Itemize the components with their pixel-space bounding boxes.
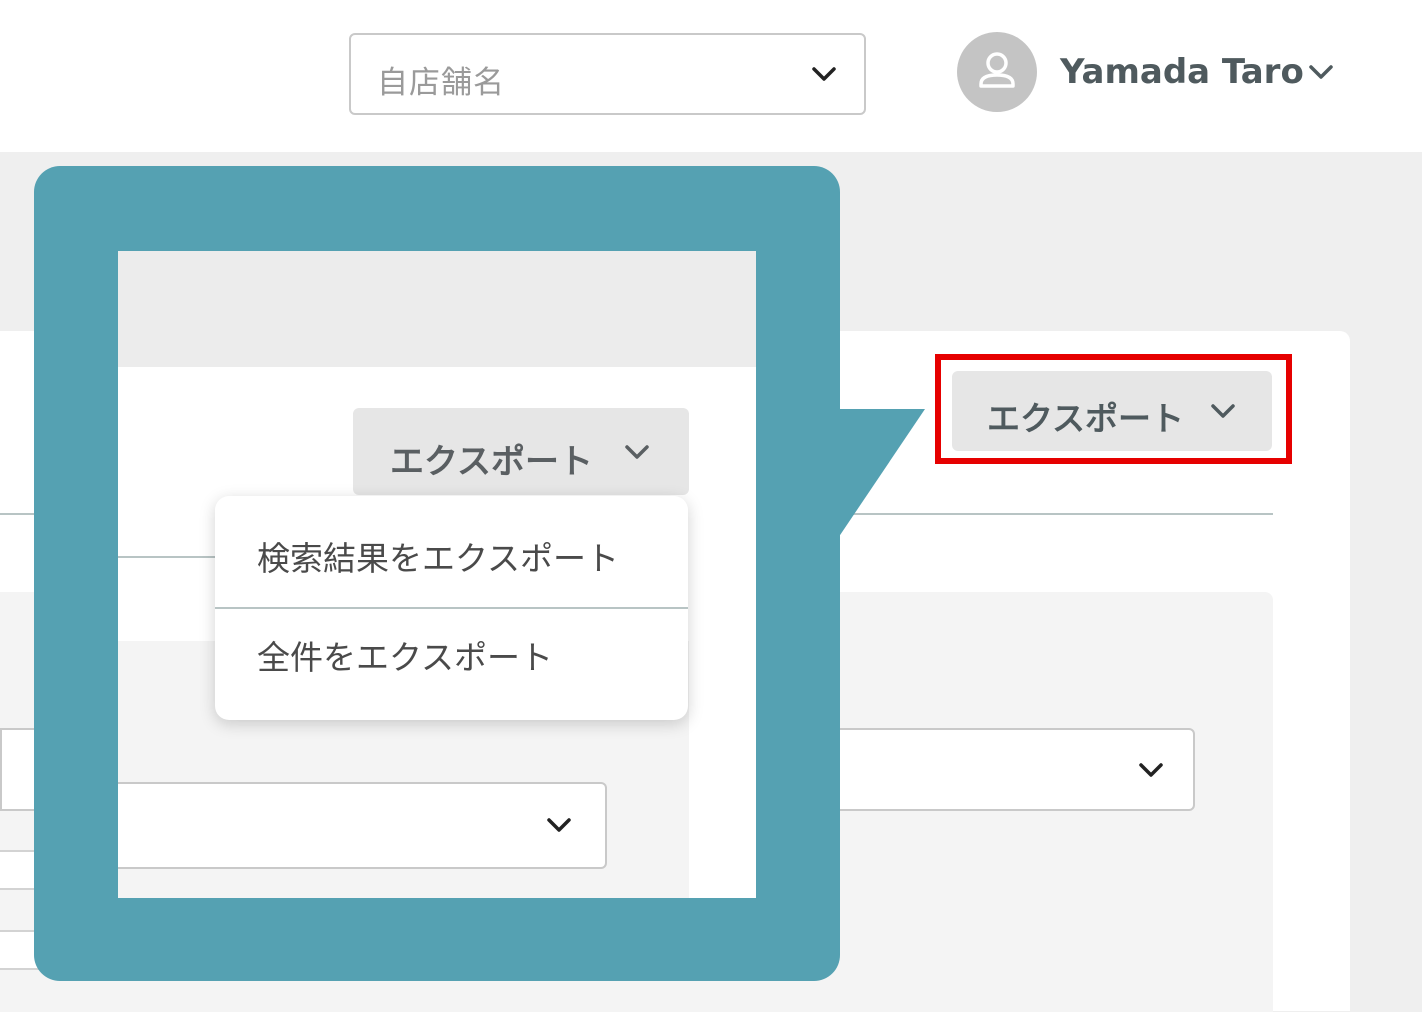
chevron-down-icon[interactable]: [1308, 64, 1334, 82]
highlight-box: [935, 354, 1292, 464]
chevron-down-icon: [547, 818, 571, 832]
top-header: 自店舗名 Yamada Taro: [0, 0, 1422, 152]
chevron-down-icon: [625, 445, 649, 459]
zoom-export-button-label: エクスポート: [390, 442, 593, 482]
zoom-view: エクスポート 検索結果をエクスポート 全件をエクスポート: [118, 251, 756, 898]
chevron-down-icon: [812, 67, 836, 81]
zoom-callout: エクスポート 検索結果をエクスポート 全件をエクスポート: [34, 166, 840, 981]
zoom-filter-select[interactable]: [118, 782, 607, 869]
user-icon: [979, 52, 1015, 88]
export-dropdown-menu: 検索結果をエクスポート 全件をエクスポート: [215, 496, 688, 720]
store-select-placeholder: 自店舗名: [377, 65, 505, 101]
zoom-export-button[interactable]: エクスポート: [353, 408, 689, 495]
menu-item-export-all[interactable]: 全件をエクスポート: [215, 603, 688, 713]
divider: [118, 556, 216, 558]
avatar[interactable]: [957, 32, 1037, 112]
chevron-down-icon: [1139, 763, 1163, 777]
menu-item-export-search-results[interactable]: 検索結果をエクスポート: [215, 504, 688, 614]
callout-pointer: [830, 409, 925, 550]
user-name[interactable]: Yamada Taro: [1060, 52, 1304, 92]
zoom-page-background: [118, 251, 756, 367]
store-select[interactable]: 自店舗名: [349, 33, 866, 115]
